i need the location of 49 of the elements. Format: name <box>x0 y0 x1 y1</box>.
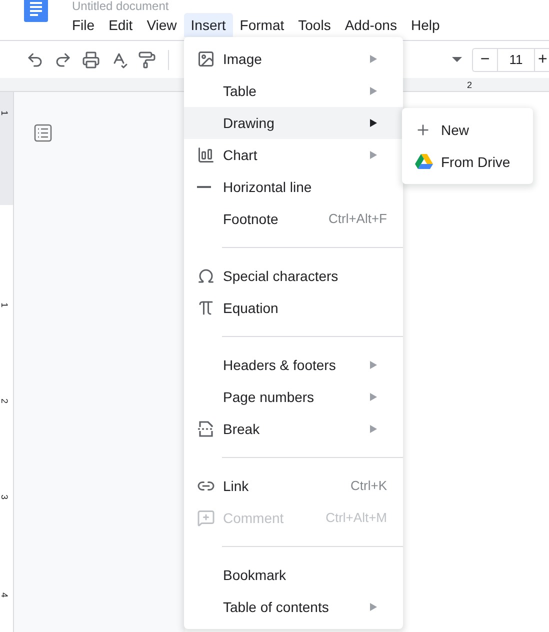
menu-bar-item[interactable]: Tools <box>291 13 338 37</box>
menu-item[interactable]: Footnote Ctrl+Alt+F <box>184 203 403 235</box>
omega-icon <box>197 267 215 285</box>
ruler-number: 3 <box>0 494 10 500</box>
comment-plus-icon <box>197 509 215 527</box>
menu-bar-item[interactable]: Format <box>232 13 292 37</box>
plus-icon <box>415 122 431 138</box>
redo-icon[interactable] <box>54 50 72 68</box>
menu-bar-item[interactable]: View <box>140 13 184 37</box>
undo-icon[interactable] <box>26 50 44 68</box>
increase-font-size-button[interactable]: + <box>535 48 549 70</box>
menu-bar-item[interactable]: File <box>65 13 102 37</box>
menu-item[interactable]: Chart <box>184 139 403 171</box>
menu-item[interactable]: Image <box>184 43 403 75</box>
horizontal-line-icon <box>197 186 211 188</box>
image-icon <box>197 50 215 68</box>
paint-format-icon[interactable] <box>138 50 156 68</box>
page-break-icon <box>197 420 215 438</box>
docs-logo-icon[interactable] <box>24 0 48 22</box>
drive-icon <box>415 154 433 170</box>
menu-item[interactable]: Special characters <box>184 260 403 292</box>
menu-item[interactable]: Break <box>184 413 403 445</box>
menu-item[interactable]: Equation <box>184 292 403 324</box>
dropdown-caret-icon[interactable] <box>452 57 462 62</box>
menu-item[interactable]: Table <box>184 75 403 107</box>
ruler-number: 4 <box>0 592 10 598</box>
menu-item[interactable]: Bookmark <box>184 559 403 591</box>
outline-icon[interactable] <box>34 124 52 142</box>
menu-bar-item[interactable]: Edit <box>102 13 140 37</box>
bar-chart-icon <box>197 146 215 164</box>
pi-icon <box>197 299 215 317</box>
ruler-number: 2 <box>467 80 472 90</box>
decrease-font-size-button[interactable]: − <box>473 48 497 70</box>
menu-item[interactable]: From Drive <box>402 146 533 178</box>
menu-item[interactable]: Headers & footers <box>184 349 403 381</box>
ruler-number: 2 <box>0 398 10 404</box>
ruler-number: 1 <box>0 110 10 116</box>
menu-bar-item[interactable]: Insert <box>184 13 233 37</box>
menu-item[interactable]: Drawing <box>184 107 403 139</box>
menu-bar-item[interactable]: Add-ons <box>338 13 404 37</box>
menu-item[interactable]: New <box>402 114 533 146</box>
menu-item[interactable]: Page numbers <box>184 381 403 413</box>
menu-item[interactable]: Table of contents <box>184 591 403 623</box>
print-icon[interactable] <box>82 50 100 68</box>
menu-item[interactable]: Horizontal line <box>184 171 403 203</box>
menu-item[interactable]: Link Ctrl+K <box>184 470 403 502</box>
menu-bar-item[interactable]: Help <box>404 13 447 37</box>
ruler-number: 1 <box>0 302 10 308</box>
font-size-field[interactable]: 11 <box>497 48 535 70</box>
